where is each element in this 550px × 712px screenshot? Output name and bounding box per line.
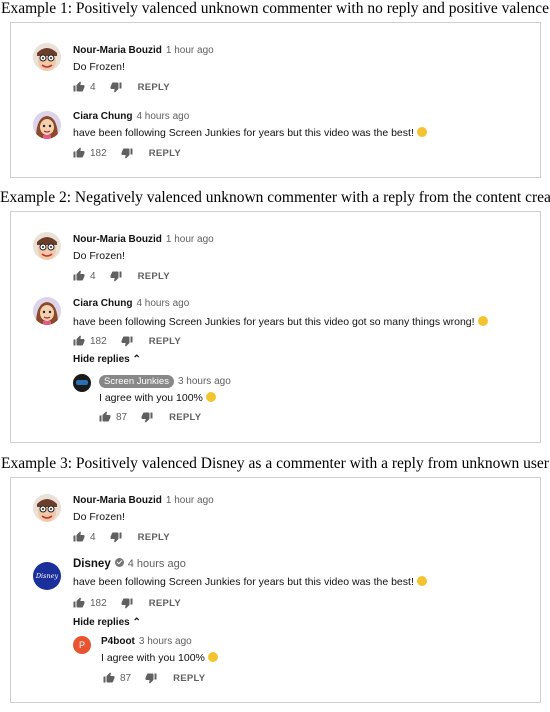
verified-check-icon (114, 558, 124, 567)
comment-time[interactable]: 1 hour ago (166, 495, 214, 506)
reply-button[interactable]: REPLY (149, 148, 181, 159)
reply-button[interactable]: REPLY (169, 412, 201, 423)
example-1-panel: Nour-Maria Bouzid 1 hour ago Do Frozen! 4… (10, 22, 541, 178)
comment-time[interactable]: 4 hours ago (128, 558, 186, 570)
dislike-icon[interactable] (141, 411, 153, 423)
comment-actions: 182 REPLY (73, 147, 181, 159)
comment-time[interactable]: 3 hours ago (139, 636, 192, 647)
like-count: 4 (90, 270, 96, 282)
comment-time[interactable]: 4 hours ago (136, 111, 189, 122)
comment-actions: 4 REPLY (73, 531, 170, 543)
comment-actions: 4 REPLY (73, 270, 170, 282)
like-icon[interactable] (73, 270, 85, 282)
comment-actions: 87 REPLY (103, 672, 205, 684)
comment-text: I agree with you 100% (101, 652, 218, 664)
smile-emoji-icon (416, 576, 427, 586)
like-icon[interactable] (73, 597, 85, 609)
comment-actions: 182 REPLY (73, 335, 181, 347)
dislike-icon[interactable] (110, 81, 122, 93)
reply-button[interactable]: REPLY (149, 598, 181, 609)
reply-button[interactable]: REPLY (173, 673, 205, 684)
hide-replies-toggle[interactable]: Hide replies ⌃ (73, 617, 141, 628)
comment-text: Do Frozen! (73, 250, 125, 262)
commenter-name[interactable]: P4boot (101, 636, 135, 647)
commenter-name[interactable]: Nour-Maria Bouzid (73, 234, 162, 245)
like-count: 87 (116, 411, 128, 423)
commenter-name[interactable]: Nour-Maria Bouzid (73, 45, 162, 56)
comment-time[interactable]: 1 hour ago (166, 45, 214, 56)
reply-button[interactable]: REPLY (138, 532, 170, 543)
like-count: 182 (90, 597, 107, 609)
example-3-panel: Nour-Maria Bouzid 1 hour ago Do Frozen! 4… (10, 477, 541, 703)
chevron-up-icon: ⌃ (132, 354, 141, 365)
dislike-icon[interactable] (121, 597, 133, 609)
example-2-title: Example 2: Negatively valenced unknown c… (0, 189, 550, 206)
comment-header: P4boot 3 hours ago (101, 636, 192, 647)
example-1-title: Example 1: Positively valenced unknown c… (1, 0, 549, 17)
comment-text: have been following Screen Junkies for y… (73, 127, 427, 139)
dislike-icon[interactable] (121, 147, 133, 159)
commenter-name[interactable]: Nour-Maria Bouzid (73, 495, 162, 506)
like-count: 4 (90, 81, 96, 93)
like-icon[interactable] (103, 672, 115, 684)
smile-emoji-icon (207, 652, 218, 662)
comment-text: have been following Screen Junkies for y… (73, 576, 427, 588)
avatar[interactable] (33, 111, 61, 139)
dislike-icon[interactable] (110, 531, 122, 543)
like-count: 4 (90, 531, 96, 543)
avatar[interactable] (33, 232, 61, 260)
example-2-panel: Nour-Maria Bouzid 1 hour ago Do Frozen! 4… (10, 211, 541, 443)
comment-header: Screen Junkies 3 hours ago (99, 375, 231, 388)
comment-actions: 87 REPLY (99, 411, 201, 423)
like-count: 182 (90, 147, 107, 159)
comment-text: Do Frozen! (73, 511, 125, 523)
like-count: 87 (120, 672, 132, 684)
like-count: 182 (90, 335, 107, 347)
like-icon[interactable] (73, 335, 85, 347)
p4boot-avatar[interactable]: P (73, 636, 91, 654)
screen-junkies-avatar[interactable] (73, 374, 91, 392)
comment-actions: 182 REPLY (73, 597, 181, 609)
dislike-icon[interactable] (145, 672, 157, 684)
comment-time[interactable]: 4 hours ago (136, 298, 189, 309)
comment-header: Nour-Maria Bouzid 1 hour ago (73, 495, 214, 506)
comment-actions: 4 REPLY (73, 81, 170, 93)
comment-text: Do Frozen! (73, 61, 125, 73)
comment-header: Nour-Maria Bouzid 1 hour ago (73, 234, 214, 245)
like-icon[interactable] (73, 147, 85, 159)
commenter-name[interactable]: Ciara Chung (73, 111, 132, 122)
dislike-icon[interactable] (110, 270, 122, 282)
comment-time[interactable]: 1 hour ago (166, 234, 214, 245)
like-icon[interactable] (73, 531, 85, 543)
chevron-up-icon: ⌃ (132, 617, 141, 628)
comment-header: Ciara Chung 4 hours ago (73, 298, 189, 309)
comment-text: have been following Screen Junkies for y… (73, 316, 488, 328)
example-3-title: Example 3: Positively valenced Disney as… (1, 455, 549, 472)
commenter-name[interactable]: Disney (73, 558, 111, 570)
smile-emoji-icon (205, 392, 216, 402)
reply-button[interactable]: REPLY (138, 271, 170, 282)
avatar[interactable] (33, 297, 61, 325)
comment-text: I agree with you 100% (99, 392, 216, 404)
comment-time[interactable]: 3 hours ago (178, 376, 231, 387)
avatar[interactable] (33, 43, 61, 71)
like-icon[interactable] (73, 81, 85, 93)
comment-header: Nour-Maria Bouzid 1 hour ago (73, 45, 214, 56)
frown-emoji-icon (477, 316, 488, 326)
avatar[interactable] (33, 494, 61, 522)
hide-replies-toggle[interactable]: Hide replies ⌃ (73, 354, 141, 365)
comment-header: Ciara Chung 4 hours ago (73, 111, 189, 122)
smile-emoji-icon (416, 127, 427, 137)
comment-header: Disney 4 hours ago (73, 558, 186, 570)
creator-name-badge[interactable]: Screen Junkies (99, 375, 174, 388)
commenter-name[interactable]: Ciara Chung (73, 298, 132, 309)
reply-button[interactable]: REPLY (149, 336, 181, 347)
dislike-icon[interactable] (121, 335, 133, 347)
reply-button[interactable]: REPLY (138, 82, 170, 93)
disney-avatar[interactable]: Disney (33, 562, 61, 590)
like-icon[interactable] (99, 411, 111, 423)
